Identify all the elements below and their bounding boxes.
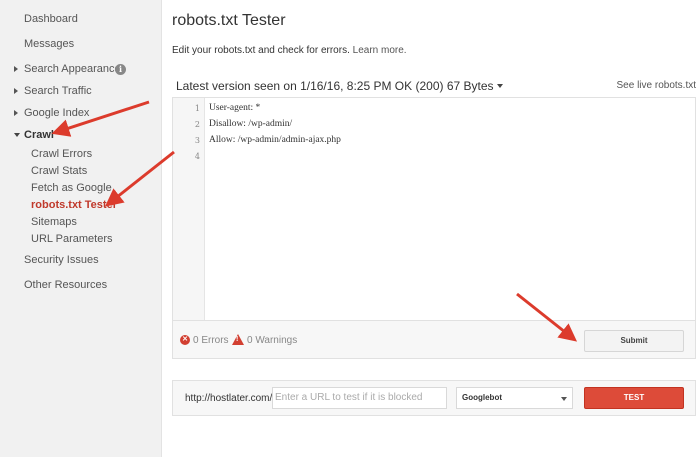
sidebar-subitem-robots-tester[interactable]: robots.txt Tester (31, 199, 117, 211)
url-prefix: http://hostlater.com/ (185, 393, 273, 404)
sidebar: Dashboard Messages Search Appearance i S… (0, 0, 162, 457)
line-number: 3 (194, 136, 200, 145)
caret-down-icon (561, 397, 567, 401)
warning-mark: ! (236, 336, 239, 343)
sidebar-subitem-sitemaps[interactable]: Sitemaps (31, 216, 77, 228)
chevron-right-icon[interactable] (14, 110, 18, 116)
line-number: 2 (194, 120, 200, 129)
version-dropdown[interactable]: Latest version seen on 1/16/16, 8:25 PM … (176, 79, 503, 93)
info-icon[interactable]: i (115, 64, 126, 75)
error-count: 0 Errors (193, 335, 229, 346)
code-line[interactable]: Disallow: /wp-admin/ (209, 119, 292, 129)
user-agent-select[interactable]: Googlebot (456, 387, 573, 409)
robots-editor[interactable]: 1 2 3 4 User-agent: * Disallow: /wp-admi… (172, 97, 696, 321)
test-button[interactable]: TEST (584, 387, 684, 409)
code-line[interactable]: Allow: /wp-admin/admin-ajax.php (209, 135, 341, 145)
sidebar-subitem-url-parameters[interactable]: URL Parameters (31, 233, 113, 245)
learn-more-link[interactable]: Learn more. (353, 45, 407, 56)
sidebar-item-other-resources[interactable]: Other Resources (24, 279, 107, 291)
error-icon: ✕ (180, 335, 190, 345)
sidebar-subitem-fetch-as-google[interactable]: Fetch as Google (31, 182, 112, 194)
description-text: Edit your robots.txt and check for error… (172, 45, 350, 56)
chevron-right-icon[interactable] (14, 66, 18, 72)
user-agent-value: Googlebot (462, 393, 502, 402)
sidebar-item-messages[interactable]: Messages (24, 38, 74, 50)
chevron-down-icon[interactable] (14, 133, 20, 137)
page-description: Edit your robots.txt and check for error… (172, 45, 407, 56)
sidebar-subitem-crawl-stats[interactable]: Crawl Stats (31, 165, 87, 177)
sidebar-item-crawl[interactable]: Crawl (24, 129, 54, 141)
sidebar-item-security-issues[interactable]: Security Issues (24, 254, 99, 266)
caret-down-icon (496, 84, 503, 88)
see-live-robots-link[interactable]: See live robots.txt (617, 80, 696, 91)
warning-count: 0 Warnings (247, 335, 298, 346)
version-label: Latest version seen on 1/16/16, 8:25 PM … (176, 79, 494, 93)
page-title: robots.txt Tester (172, 12, 286, 29)
sidebar-item-google-index[interactable]: Google Index (24, 107, 89, 119)
line-number-gutter: 1 2 3 4 (173, 98, 205, 320)
line-number: 1 (194, 104, 200, 113)
code-line[interactable]: User-agent: * (209, 103, 260, 113)
submit-button[interactable]: Submit (584, 330, 684, 352)
chevron-right-icon[interactable] (14, 88, 18, 94)
sidebar-item-search-traffic[interactable]: Search Traffic (24, 85, 92, 97)
url-test-input[interactable]: Enter a URL to test if it is blocked (272, 387, 447, 409)
sidebar-item-dashboard[interactable]: Dashboard (24, 13, 78, 25)
line-number: 4 (194, 152, 200, 161)
sidebar-item-search-appearance[interactable]: Search Appearance (24, 63, 121, 75)
sidebar-subitem-crawl-errors[interactable]: Crawl Errors (31, 148, 92, 160)
